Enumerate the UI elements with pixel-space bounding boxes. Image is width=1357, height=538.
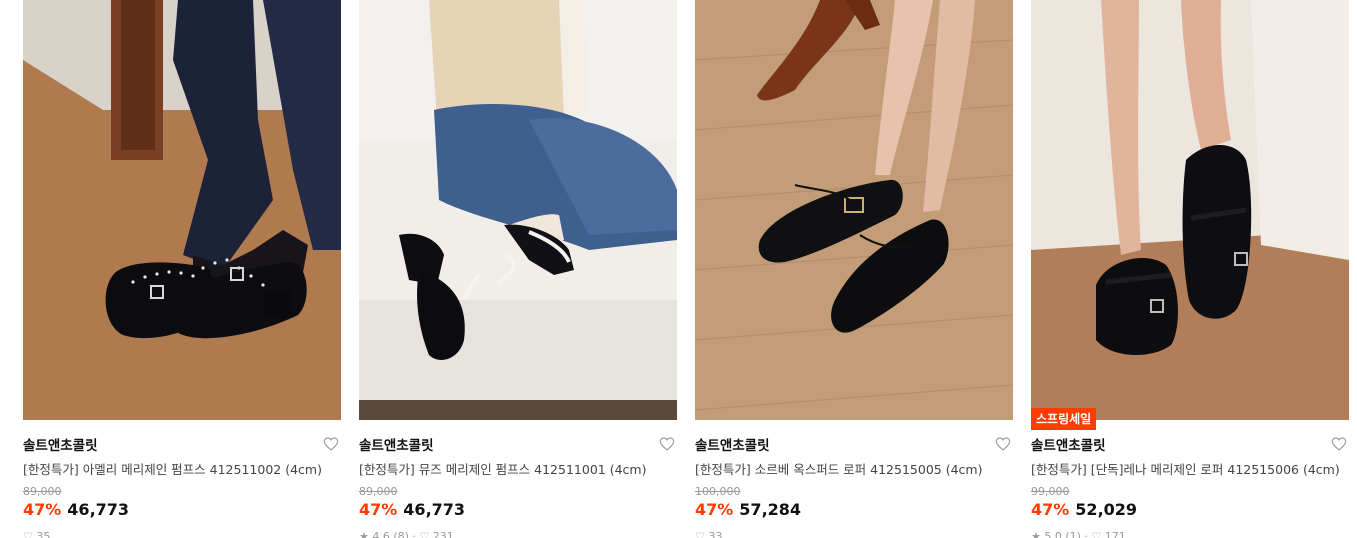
product-name[interactable]: [한정특가] 소르베 옥스퍼드 로퍼 412515005 (4cm) bbox=[695, 459, 1013, 478]
product-card[interactable]: 솔트앤초콜릿 [한정특가] 뮤즈 메리제인 펌프스 412511001 (4cm… bbox=[359, 0, 677, 538]
review-like-count: ★ 4.6 (8) · ♡ 231 bbox=[359, 530, 454, 538]
discount-rate: 47% bbox=[1031, 500, 1070, 519]
product-card[interactable]: 솔트앤초콜릿 [한정특가] 소르베 옥스퍼드 로퍼 412515005 (4cm… bbox=[695, 0, 1013, 538]
heart-outline-icon[interactable] bbox=[1331, 436, 1347, 452]
heart-outline-icon[interactable] bbox=[659, 436, 675, 452]
product-image[interactable] bbox=[1031, 0, 1349, 420]
brand-name[interactable]: 솔트앤초콜릿 bbox=[23, 434, 98, 454]
discount-rate: 47% bbox=[359, 500, 398, 519]
original-price: 89,000 bbox=[359, 485, 398, 498]
product-image[interactable] bbox=[695, 0, 1013, 420]
brand-name[interactable]: 솔트앤초콜릿 bbox=[1031, 434, 1106, 454]
heart-outline-icon[interactable] bbox=[995, 436, 1011, 452]
product-image[interactable] bbox=[23, 0, 341, 420]
review-like-count: ★ 5.0 (1) · ♡ 171 bbox=[1031, 530, 1126, 538]
product-name[interactable]: [한정특가] 뮤즈 메리제인 펌프스 412511001 (4cm) bbox=[359, 459, 677, 478]
original-price: 100,000 bbox=[695, 485, 741, 498]
product-grid: 솔트앤초콜릿 [한정특가] 아멜리 메리제인 펌프스 412511002 (4c… bbox=[23, 0, 1349, 538]
price-row: 47% 46,773 bbox=[23, 500, 129, 522]
sale-price: 52,029 bbox=[1075, 500, 1138, 519]
brand-name[interactable]: 솔트앤초콜릿 bbox=[359, 434, 434, 454]
discount-rate: 47% bbox=[695, 500, 734, 519]
product-card[interactable]: 솔트앤초콜릿 [한정특가] 아멜리 메리제인 펌프스 412511002 (4c… bbox=[23, 0, 341, 538]
brand-name[interactable]: 솔트앤초콜릿 bbox=[695, 434, 770, 454]
price-row: 47% 52,029 bbox=[1031, 500, 1137, 522]
sale-price: 46,773 bbox=[403, 500, 466, 519]
original-price: 99,000 bbox=[1031, 485, 1070, 498]
price-row: 47% 46,773 bbox=[359, 500, 465, 522]
review-like-count: ♡ 33 bbox=[695, 530, 723, 538]
discount-rate: 47% bbox=[23, 500, 62, 519]
product-card[interactable]: 스프링세일 솔트앤초콜릿 [한정특가] [단독]레나 메리제인 로퍼 41251… bbox=[1031, 0, 1349, 538]
product-name[interactable]: [한정특가] 아멜리 메리제인 펌프스 412511002 (4cm) bbox=[23, 459, 341, 478]
price-row: 47% 57,284 bbox=[695, 500, 801, 522]
sale-price: 46,773 bbox=[67, 500, 130, 519]
sale-badge: 스프링세일 bbox=[1031, 408, 1097, 430]
product-image[interactable] bbox=[359, 0, 677, 420]
product-name[interactable]: [한정특가] [단독]레나 메리제인 로퍼 412515006 (4cm) bbox=[1031, 459, 1349, 478]
original-price: 89,000 bbox=[23, 485, 62, 498]
review-like-count: ♡ 35 bbox=[23, 530, 51, 538]
sale-price: 57,284 bbox=[739, 500, 802, 519]
heart-outline-icon[interactable] bbox=[323, 436, 339, 452]
